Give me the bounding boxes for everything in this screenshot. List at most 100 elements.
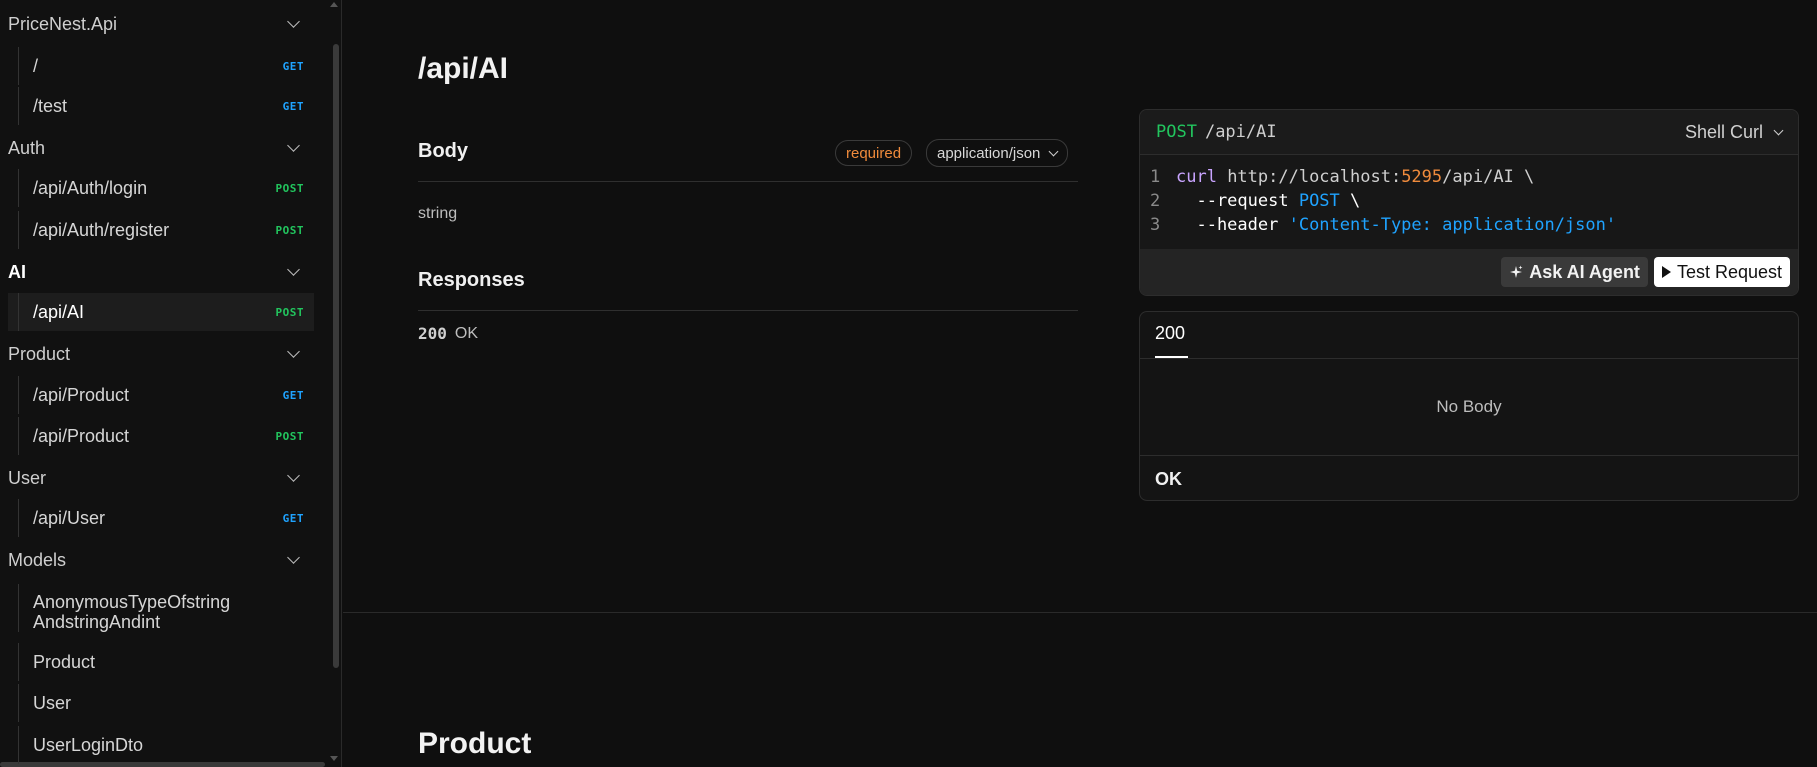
method-badge: POST — [275, 181, 304, 195]
method-badge: POST — [275, 429, 304, 443]
sidebar-item-auth-login[interactable]: /api/Auth/login POST — [8, 169, 314, 207]
sidebar-group-pricenest-api[interactable]: PriceNest.Api — [8, 11, 308, 37]
sidebar-item-label: /api/Auth/register — [33, 219, 170, 240]
sidebar-item-label: /api/Auth/login — [33, 177, 148, 198]
sidebar-group-label: Auth — [8, 137, 46, 158]
sidebar-item-label: /test — [33, 95, 68, 116]
code-block: 1 curl http://localhost: 5295/api/AI \ 2 -… — [1140, 155, 1798, 237]
code-flag: --request — [1176, 191, 1289, 211]
sidebar-scrollbar[interactable] — [333, 44, 339, 668]
sidebar-group-user[interactable]: User — [8, 465, 308, 491]
body-heading: Body — [418, 140, 468, 162]
tab-200[interactable]: 200 — [1155, 323, 1185, 344]
sidebar-item-label: / — [33, 55, 39, 76]
code-line: 2 --request POST \ — [1150, 189, 1798, 213]
method-badge: GET — [282, 388, 304, 402]
tab-active-indicator — [1155, 356, 1188, 358]
play-icon — [1661, 266, 1671, 278]
sidebar-model-product[interactable]: Product — [8, 643, 314, 681]
response-example-panel: 200 No Body OK — [1139, 311, 1799, 501]
sidebar-item-api-ai[interactable]: /api/AI POST — [8, 293, 314, 331]
sidebar: PriceNest.Api / GET /test GET Auth /api/… — [0, 0, 342, 767]
sidebar-item-label: Product — [33, 651, 96, 672]
method-badge: GET — [282, 59, 304, 73]
code-string: 'Content-Type: application/json' — [1278, 215, 1617, 235]
test-request-label: Test Request — [1676, 261, 1782, 282]
chevron-down-icon — [1048, 146, 1059, 157]
sidebar-model-user[interactable]: User — [8, 684, 314, 722]
method-badge: POST — [275, 305, 304, 319]
ask-ai-agent-button[interactable]: Ask AI Agent — [1501, 257, 1648, 287]
test-request-button[interactable]: Test Request — [1653, 257, 1790, 287]
line-number: 1 — [1150, 167, 1161, 187]
code-header: POST/api/AI Shell Curl — [1140, 110, 1798, 155]
sidebar-group-label: Models — [8, 549, 67, 570]
method-badge: GET — [282, 511, 304, 525]
chevron-down-icon — [287, 15, 300, 28]
sidebar-model-userlogindto[interactable]: UserLoginDto — [8, 726, 314, 764]
sidebar-group-auth[interactable]: Auth — [8, 135, 308, 161]
language-label: Shell Curl — [1684, 121, 1763, 142]
code-footer: Ask AI Agent Test Request — [1140, 249, 1798, 295]
chevron-down-icon — [287, 551, 300, 564]
responses-heading: Responses — [418, 269, 525, 291]
sidebar-group-label: Product — [8, 343, 71, 364]
sidebar-item-label: /api/AI — [33, 301, 85, 322]
code-method: POST — [1156, 122, 1197, 142]
required-badge: required — [835, 140, 913, 166]
code-port: 5295 — [1401, 167, 1443, 187]
no-body-message: No Body — [1140, 359, 1798, 456]
line-number: 3 — [1150, 215, 1161, 235]
sidebar-item-auth-register[interactable]: /api/Auth/register POST — [8, 211, 314, 249]
response-status: OK — [1155, 468, 1182, 489]
sparkle-icon — [1510, 265, 1523, 278]
sidebar-item-label: /api/Product — [33, 384, 130, 405]
code-command: curl — [1176, 167, 1217, 187]
code-url-rest: /api/AI \ — [1442, 167, 1535, 187]
response-text: OK — [454, 324, 479, 342]
chevron-down-icon — [287, 345, 300, 358]
code-flag: --header — [1176, 215, 1279, 235]
scroll-down-arrow[interactable] — [330, 756, 338, 761]
code-value: POST — [1288, 191, 1340, 211]
line-number: 2 — [1150, 191, 1161, 211]
sidebar-item-product-post[interactable]: /api/Product POST — [8, 417, 314, 455]
sidebar-group-ai[interactable]: AI — [8, 259, 308, 285]
divider — [418, 310, 1078, 311]
section-divider — [343, 612, 1817, 613]
sidebar-item-label: UserLoginDto — [33, 734, 144, 755]
code-line: 1 curl http://localhost: 5295/api/AI \ — [1150, 165, 1798, 189]
chevron-down-icon — [287, 263, 300, 276]
sidebar-item-label: User — [33, 692, 72, 713]
response-code: 200 — [418, 324, 447, 343]
sidebar-item-label: /api/User — [33, 507, 106, 528]
sidebar-item-label: /api/Product — [33, 425, 130, 446]
page-title: /api/AI — [418, 52, 509, 85]
sidebar-item-label: AnonymousTypeOfstring AndstringAndint — [33, 592, 231, 632]
chevron-down-icon — [287, 139, 300, 152]
content-type-select[interactable]: application/json — [926, 139, 1069, 167]
sidebar-item-user-get[interactable]: /api/User GET — [8, 499, 314, 537]
sidebar-group-label: PriceNest.Api — [8, 13, 118, 34]
response-row[interactable]: 200 OK — [418, 324, 478, 343]
scroll-up-arrow[interactable] — [330, 2, 338, 7]
chevron-down-icon — [287, 469, 300, 482]
sidebar-item-test[interactable]: /test GET — [8, 87, 314, 125]
ask-ai-agent-label: Ask AI Agent — [1529, 261, 1640, 282]
sidebar-group-label: AI — [8, 261, 26, 282]
code-url: http://localhost: — [1216, 167, 1402, 187]
response-tabs: 200 — [1140, 312, 1798, 359]
sidebar-item-root[interactable]: / GET — [8, 47, 314, 85]
sidebar-group-product[interactable]: Product — [8, 341, 308, 367]
request-example-panel: POST/api/AI Shell Curl 1 curl http://loca… — [1139, 109, 1799, 296]
code-line: 3 --header 'Content-Type: application/js… — [1150, 213, 1798, 237]
language-select[interactable]: Shell Curl — [1684, 121, 1784, 143]
product-section-heading: Product — [418, 727, 532, 760]
method-badge: GET — [282, 99, 304, 113]
sidebar-model-anonymous-type[interactable]: AnonymousTypeOfstring AndstringAndint — [8, 584, 314, 632]
sidebar-group-models[interactable]: Models — [8, 547, 308, 573]
chevron-down-icon — [1773, 125, 1784, 136]
code-path: /api/AI — [1204, 122, 1277, 142]
sidebar-item-product-get[interactable]: /api/Product GET — [8, 376, 314, 414]
content-type-label: application/json — [937, 144, 1041, 162]
